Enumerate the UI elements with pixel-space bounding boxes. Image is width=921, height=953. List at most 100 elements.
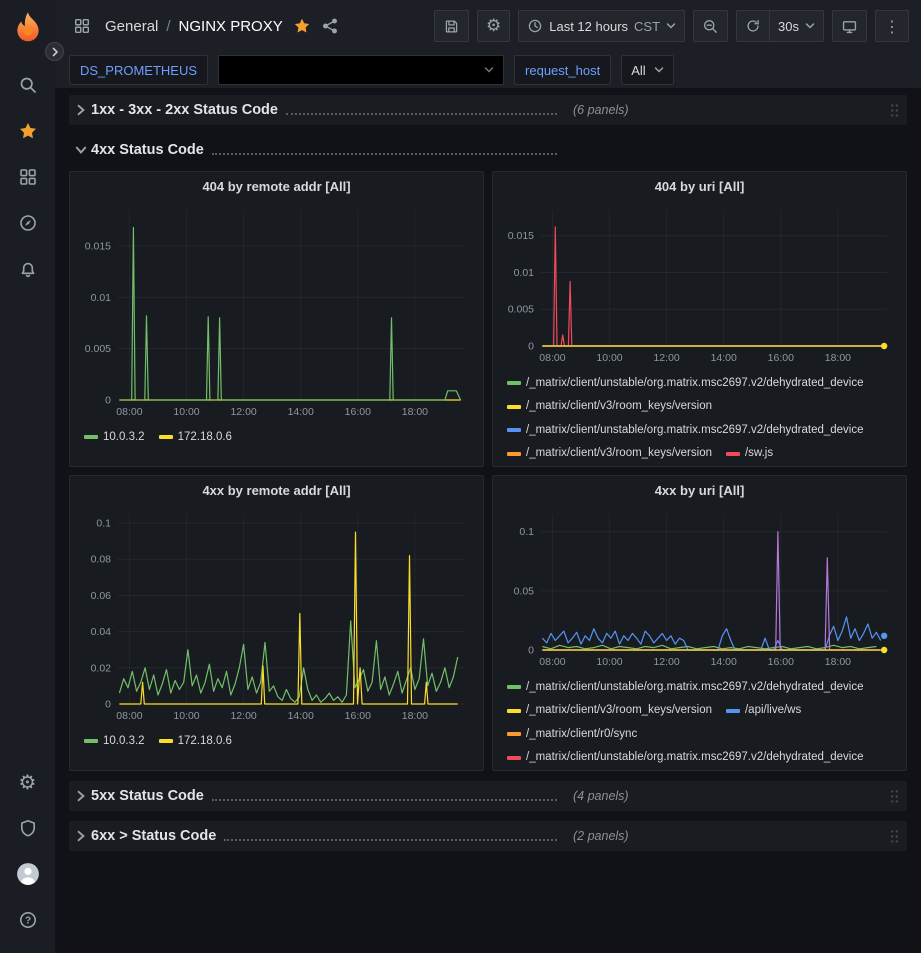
legend-swatch <box>507 428 521 432</box>
legend-swatch <box>159 739 173 743</box>
svg-text:10:00: 10:00 <box>173 710 199 722</box>
svg-text:0.005: 0.005 <box>508 304 534 316</box>
row-4xx-status-code[interactable]: 4xx Status Code <box>69 135 907 165</box>
chart-404-by-remote-addr[interactable]: 08:0010:0012:0014:0016:0018:0000.0050.01… <box>74 200 474 422</box>
sidebar-item-dashboards[interactable] <box>0 154 55 200</box>
refresh-icon <box>745 18 761 34</box>
svg-text:08:00: 08:00 <box>539 352 565 364</box>
svg-text:08:00: 08:00 <box>116 710 142 722</box>
legend-item[interactable]: /_matrix/client/v3/room_keys/version <box>507 396 712 417</box>
sidebar: ⚙ ? <box>0 0 55 953</box>
row-dots-leader <box>286 104 557 115</box>
svg-text:0.06: 0.06 <box>91 590 112 602</box>
legend-item[interactable]: /_matrix/client/unstable/org.matrix.msc2… <box>507 747 864 768</box>
row-panel-count: (2 panels) <box>573 829 629 843</box>
refresh-button[interactable] <box>736 10 770 42</box>
svg-text:0.01: 0.01 <box>514 267 535 279</box>
breadcrumb-title[interactable]: NGINX PROXY <box>179 18 283 35</box>
legend-swatch <box>726 452 740 456</box>
legend-item[interactable]: /_matrix/client/unstable/org.matrix.msc2… <box>507 420 864 441</box>
chevron-right-icon <box>50 47 60 57</box>
chart-404-by-uri[interactable]: 08:0010:0012:0014:0016:0018:0000.0050.01… <box>497 200 897 368</box>
zoom-out-button[interactable] <box>693 10 728 42</box>
svg-text:0.005: 0.005 <box>85 343 111 355</box>
legend-item[interactable]: 172.18.0.6 <box>159 427 232 448</box>
row-1xx-3xx-2xx-status-code[interactable]: 1xx - 3xx - 2xx Status Code (6 panels) <box>69 95 907 125</box>
sidebar-item-configuration[interactable]: ⚙ <box>0 759 55 805</box>
svg-text:16:00: 16:00 <box>345 406 371 418</box>
legend-item[interactable]: /_matrix/client/unstable/org.matrix.msc2… <box>507 373 864 394</box>
row-5xx-status-code[interactable]: 5xx Status Code (4 panels) <box>69 781 907 811</box>
row-dots-leader <box>212 790 557 801</box>
panel-404-by-uri: 404 by uri [All] 08:0010:0012:0014:0016:… <box>492 171 907 467</box>
sidebar-item-help[interactable]: ? <box>0 897 55 943</box>
legend-label: /_matrix/client/v3/room_keys/version <box>526 700 712 721</box>
row-6xx-status-code[interactable]: 6xx > Status Code (2 panels) <box>69 821 907 851</box>
variable-label-request-host: request_host <box>514 55 611 85</box>
chart-4xx-by-uri[interactable]: 08:0010:0012:0014:0016:0018:0000.050.1 <box>497 504 897 672</box>
svg-text:08:00: 08:00 <box>539 656 565 668</box>
legend-label: 172.18.0.6 <box>178 731 232 752</box>
drag-handle-icon[interactable] <box>890 789 899 804</box>
avatar <box>16 862 40 886</box>
svg-text:14:00: 14:00 <box>711 352 737 364</box>
legend-item[interactable]: /sw.js <box>726 443 773 464</box>
panel-title[interactable]: 404 by uri [All] <box>493 172 906 200</box>
sidebar-collapse-toggle[interactable] <box>45 42 64 61</box>
legend-item[interactable]: /_matrix/client/v3/room_keys/version <box>507 700 712 721</box>
breadcrumb-section[interactable]: General <box>105 18 158 35</box>
drag-handle-icon[interactable] <box>890 103 899 118</box>
request-host-select[interactable]: All <box>621 55 673 85</box>
panel-title[interactable]: 4xx by remote addr [All] <box>70 476 483 504</box>
sidebar-item-alerting[interactable] <box>0 246 55 292</box>
legend-item[interactable]: /_matrix/client/r0/sync <box>507 724 637 745</box>
dashboard-settings-button[interactable]: ⚙ <box>477 10 510 42</box>
sidebar-item-profile[interactable] <box>0 851 55 897</box>
svg-text:0.015: 0.015 <box>85 240 111 252</box>
svg-text:?: ? <box>24 916 30 927</box>
bell-icon <box>18 259 38 279</box>
share-icon[interactable] <box>321 17 339 35</box>
legend-swatch <box>507 756 521 760</box>
chevron-right-icon <box>75 830 87 842</box>
svg-text:0.01: 0.01 <box>91 292 112 304</box>
panel-title[interactable]: 404 by remote addr [All] <box>70 172 483 200</box>
save-dashboard-button[interactable] <box>434 10 469 42</box>
grafana-logo[interactable] <box>7 6 49 48</box>
panel-legend: /_matrix/client/unstable/org.matrix.msc2… <box>493 672 906 770</box>
row-title: 1xx - 3xx - 2xx Status Code <box>91 102 278 118</box>
legend-item[interactable]: /_matrix/client/unstable/org.matrix.msc2… <box>507 677 864 698</box>
legend-item[interactable]: /_matrix/client/v3/room_keys/version <box>507 443 712 464</box>
legend-item[interactable]: /api/live/ws <box>726 700 801 721</box>
legend-swatch <box>507 732 521 736</box>
refresh-group: 30s <box>736 10 824 42</box>
sidebar-item-server-admin[interactable] <box>0 805 55 851</box>
panel-title-text: 404 by remote addr [All] <box>202 179 350 194</box>
tv-mode-button[interactable] <box>832 10 867 42</box>
more-options-button[interactable]: ⋮ <box>875 10 909 42</box>
favorite-star-icon[interactable] <box>293 17 311 35</box>
legend-item[interactable]: 10.0.3.2 <box>84 427 145 448</box>
drag-handle-icon[interactable] <box>890 829 899 844</box>
datasource-select[interactable] <box>218 55 504 85</box>
apps-grid-icon <box>73 17 91 35</box>
panel-title[interactable]: 4xx by uri [All] <box>493 476 906 504</box>
variables-bar: DS_PROMETHEUS request_host All <box>55 52 921 88</box>
chart-4xx-by-remote-addr[interactable]: 08:0010:0012:0014:0016:0018:0000.020.040… <box>74 504 474 726</box>
dashboard-content: 1xx - 3xx - 2xx Status Code (6 panels) 4… <box>55 88 921 953</box>
sidebar-item-search[interactable] <box>0 62 55 108</box>
time-range-picker[interactable]: Last 12 hours CST <box>518 10 685 42</box>
kebab-menu-icon: ⋮ <box>884 17 900 36</box>
svg-text:18:00: 18:00 <box>825 352 851 364</box>
legend-label: /_matrix/client/unstable/org.matrix.msc2… <box>526 420 864 441</box>
dashboards-icon <box>18 167 38 187</box>
sidebar-item-starred[interactable] <box>0 108 55 154</box>
chevron-right-icon <box>75 104 87 116</box>
sidebar-item-explore[interactable] <box>0 200 55 246</box>
legend-item[interactable]: 172.18.0.6 <box>159 731 232 752</box>
refresh-interval-picker[interactable]: 30s <box>770 10 824 42</box>
svg-text:10:00: 10:00 <box>173 406 199 418</box>
legend-item[interactable]: 10.0.3.2 <box>84 731 145 752</box>
legend-label: /_matrix/client/v3/room_keys/version <box>526 443 712 464</box>
legend-label: 10.0.3.2 <box>103 427 145 448</box>
